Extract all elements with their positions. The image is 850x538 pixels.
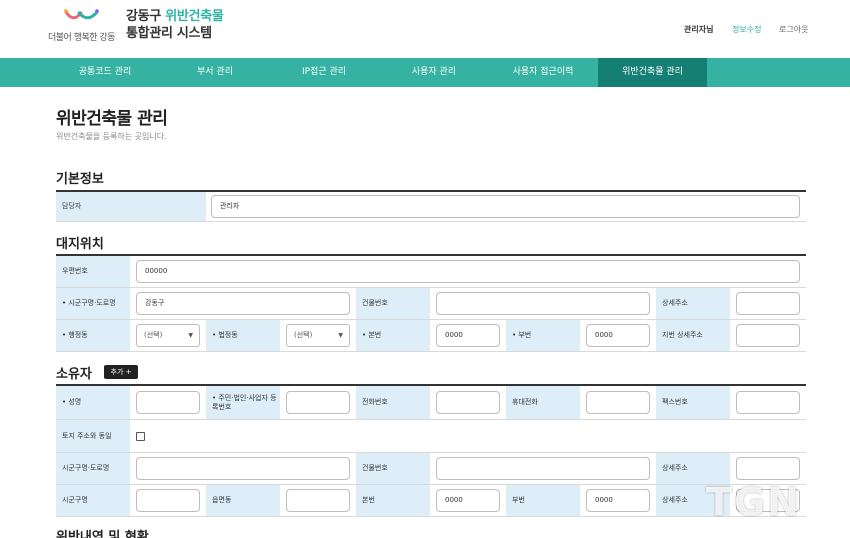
edit-info-link[interactable]: 정보수정	[732, 24, 761, 35]
nav-common-code[interactable]: 공통코드 관리	[55, 58, 155, 87]
phone-input[interactable]	[436, 391, 500, 414]
title-prefix: 강동구	[126, 9, 166, 24]
postal-code-input[interactable]: 00000	[136, 260, 800, 283]
owner-building-number-label: 건물번호	[356, 453, 430, 484]
fax-label: 팩스번호	[656, 386, 730, 419]
add-owner-button[interactable]: 추가 +	[104, 365, 138, 379]
logo-mark-icon	[64, 9, 99, 20]
main-nav: 공통코드 관리 부서 관리 IP접근 관리 사용자 관리 사용자 접근이력 위반…	[0, 58, 850, 87]
admin-dong-value: (선택)	[144, 331, 163, 339]
gangdong-logo[interactable]: 더불어 행복한 강동	[48, 6, 118, 46]
owner-town-input[interactable]	[286, 489, 350, 512]
section-basic-title: 기본정보	[56, 172, 104, 187]
tgn-watermark: TGN	[706, 480, 801, 524]
manager-input[interactable]: 관리자	[211, 195, 800, 218]
page-description: 위반건축물을 등록하는 곳입니다.	[56, 132, 167, 141]
road-address-label: • 시군구명·도로명	[56, 288, 130, 319]
same-address-checkbox[interactable]	[136, 432, 145, 441]
owner-town-label: 읍면동	[206, 485, 280, 516]
logo-slogan: 더불어 행복한 강동	[48, 33, 115, 43]
section-violation-title: 위반내역 및 현황	[56, 530, 149, 538]
chevron-down-icon: ▼	[338, 332, 343, 339]
nav-department[interactable]: 부서 관리	[165, 58, 265, 87]
legal-dong-value: (선택)	[294, 331, 313, 339]
owner-name-label: • 성명	[56, 386, 130, 419]
owner-main-number-label: 본번	[356, 485, 430, 516]
nav-ip-access[interactable]: IP접근 관리	[274, 58, 374, 87]
building-number-label: 건물번호	[356, 288, 430, 319]
owner-road-input[interactable]	[136, 457, 350, 480]
admin-dong-label: • 행정동	[56, 320, 130, 351]
main-number-label: • 본번	[356, 320, 430, 351]
admin-name: 관리자님	[684, 25, 714, 34]
sub-number-label: • 부번	[506, 320, 580, 351]
chevron-down-icon: ▼	[188, 332, 193, 339]
road-address-input[interactable]: 강동구	[136, 292, 350, 315]
legal-dong-label: • 법정동	[206, 320, 280, 351]
owner-sub-number-label: 부번	[506, 485, 580, 516]
owner-city-input[interactable]	[136, 489, 200, 512]
nav-violation-building[interactable]: 위반건축물 관리	[598, 58, 707, 87]
table-row: 우편번호 00000	[56, 256, 806, 288]
header: 더불어 행복한 강동 강동구 위반건축물 통합관리 시스템 관리자님 정보수정 …	[0, 0, 850, 58]
detail-address-input[interactable]	[736, 292, 800, 315]
main-number-input[interactable]: 0000	[436, 324, 500, 347]
legal-dong-select[interactable]: (선택) ▼	[286, 324, 350, 347]
table-row: 토지 주소와 동일	[56, 420, 806, 453]
mobile-label: 휴대전화	[506, 386, 580, 419]
table-row: • 시군구명·도로명 강동구 건물번호 상세주소	[56, 288, 806, 320]
owner-sub-number-input[interactable]: 0000	[586, 489, 650, 512]
registration-number-label: • 주민·법인·사업자 등록번호	[206, 386, 280, 419]
page-title: 위반건축물 관리	[56, 109, 168, 129]
postal-code-label: 우편번호	[56, 256, 130, 287]
table-row: • 행정동 (선택) ▼ • 법정동 (선택) ▼ • 본번 0000 • 부번…	[56, 320, 806, 352]
nav-users[interactable]: 사용자 관리	[384, 58, 484, 87]
section-owner-title: 소유자	[56, 367, 92, 382]
title-line2: 통합관리 시스템	[126, 26, 212, 41]
phone-label: 전화번호	[356, 386, 430, 419]
table-row: 시군구명 읍면동 본번 0000 부번 0000 상세주소	[56, 485, 806, 517]
title-accent: 위반건축물	[165, 9, 224, 24]
detail-address-label: 상세주소	[656, 288, 730, 319]
same-address-label: 토지 주소와 동일	[56, 420, 130, 452]
system-title: 강동구 위반건축물 통합관리 시스템	[126, 8, 224, 42]
section-site-title: 대지위치	[56, 237, 104, 252]
lot-detail-input[interactable]	[736, 324, 800, 347]
owner-road-label: 시군구명·도로명	[56, 453, 130, 484]
logout-link[interactable]: 로그아웃	[779, 24, 808, 35]
table-row: 담당자 관리자	[56, 192, 806, 222]
building-number-input[interactable]	[436, 292, 650, 315]
table-row: 시군구명·도로명 건물번호 상세주소	[56, 453, 806, 485]
owner-name-input[interactable]	[136, 391, 200, 414]
registration-number-input[interactable]	[286, 391, 350, 414]
fax-input[interactable]	[736, 391, 800, 414]
nav-user-access-log[interactable]: 사용자 접근이력	[493, 58, 593, 87]
owner-city-label: 시군구명	[56, 485, 130, 516]
owner-detail-input[interactable]	[736, 457, 800, 480]
manager-label: 담당자	[56, 192, 206, 221]
lot-detail-label: 지번 상세주소	[656, 320, 730, 351]
owner-main-number-input[interactable]: 0000	[436, 489, 500, 512]
owner-building-number-input[interactable]	[436, 457, 650, 480]
mobile-input[interactable]	[586, 391, 650, 414]
admin-dong-select[interactable]: (선택) ▼	[136, 324, 200, 347]
table-row: • 성명 • 주민·법인·사업자 등록번호 전화번호 휴대전화 팩스번호	[56, 386, 806, 420]
sub-number-input[interactable]: 0000	[586, 324, 650, 347]
